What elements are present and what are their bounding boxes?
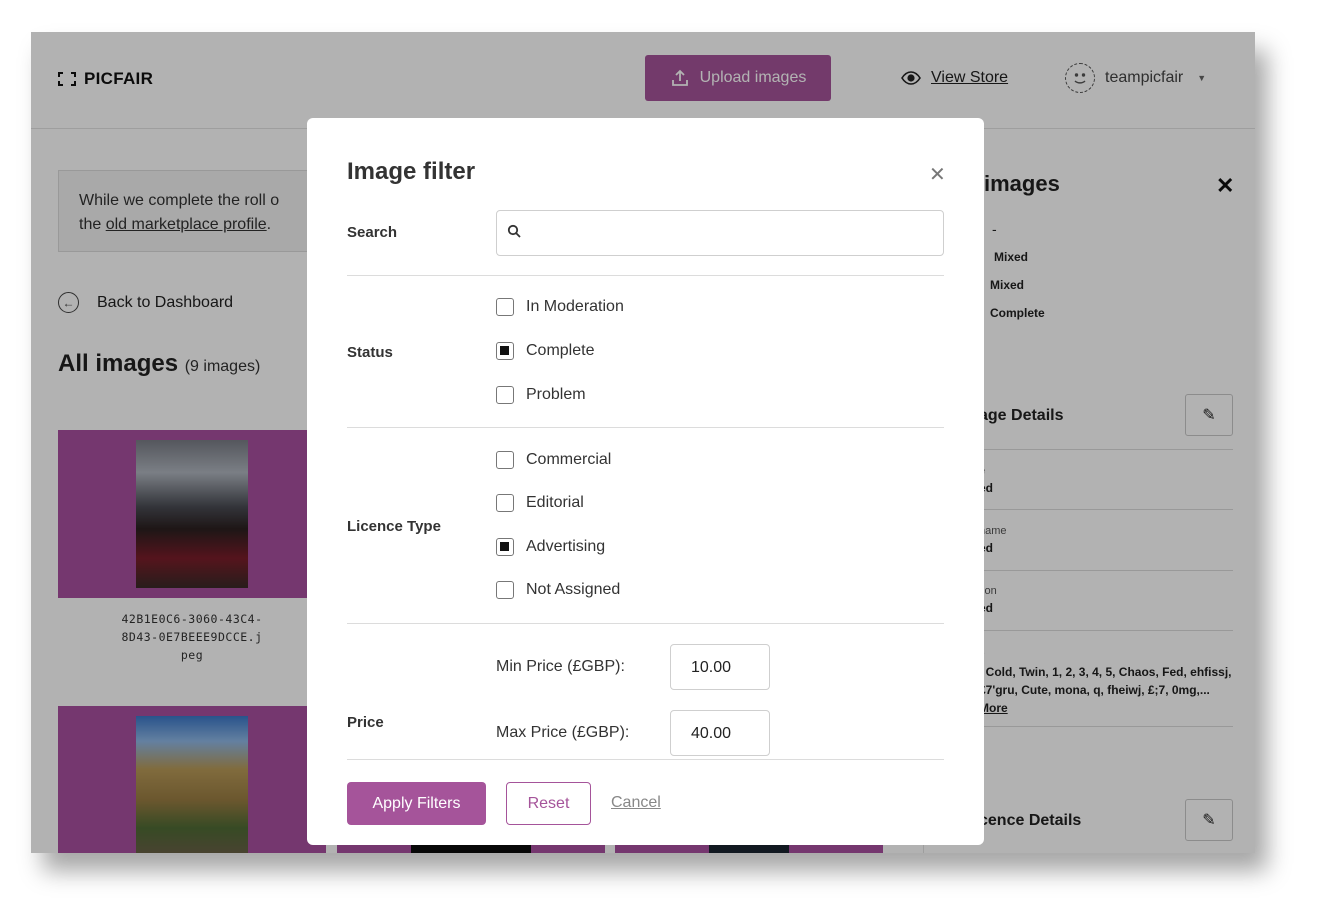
cancel-link[interactable]: Cancel	[611, 794, 661, 812]
search-label: Search	[347, 224, 398, 241]
checkbox[interactable]	[496, 581, 514, 599]
checkbox[interactable]	[496, 298, 514, 316]
min-price-input[interactable]: 10.00	[670, 644, 770, 690]
max-price-label: Max Price (£GBP):	[496, 724, 630, 741]
app-window: PICFAIR Upload images View Store teampic…	[31, 32, 1255, 853]
reset-button[interactable]: Reset	[506, 782, 591, 825]
min-price-label: Min Price (£GBP):	[496, 658, 625, 675]
licence-not-assigned-checkbox[interactable]: Not Assigned	[496, 581, 620, 599]
status-problem-checkbox[interactable]: Problem	[496, 386, 586, 404]
search-input[interactable]	[496, 210, 944, 256]
checkbox[interactable]	[496, 451, 514, 469]
apply-filters-button[interactable]: Apply Filters	[347, 782, 486, 825]
search-icon	[507, 224, 521, 238]
checkbox[interactable]	[496, 494, 514, 512]
checkbox-checked[interactable]	[496, 342, 514, 360]
image-filter-modal: Image filter ✕ Search Status In Moderati…	[307, 118, 984, 845]
licence-commercial-checkbox[interactable]: Commercial	[496, 451, 611, 469]
status-complete-checkbox[interactable]: Complete	[496, 342, 594, 360]
checkbox[interactable]	[496, 386, 514, 404]
footer-divider	[347, 759, 944, 760]
max-price-input[interactable]: 40.00	[670, 710, 770, 756]
licence-type-label: Licence Type	[347, 518, 441, 535]
status-in-moderation-checkbox[interactable]: In Moderation	[496, 298, 624, 316]
status-label: Status	[347, 344, 393, 361]
modal-title: Image filter	[347, 158, 476, 185]
licence-advertising-checkbox[interactable]: Advertising	[496, 538, 605, 556]
price-label: Price	[347, 714, 384, 731]
licence-editorial-checkbox[interactable]: Editorial	[496, 494, 584, 512]
checkbox-checked[interactable]	[496, 538, 514, 556]
close-icon[interactable]: ✕	[929, 162, 946, 187]
